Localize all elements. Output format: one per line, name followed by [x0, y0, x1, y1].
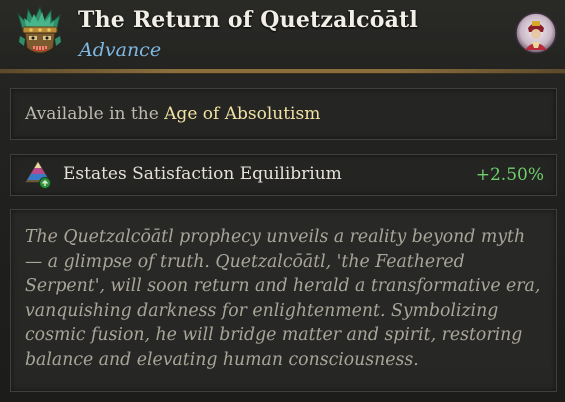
- advance-title: The Return of Quetzalcōātl: [78, 7, 418, 33]
- effect-row: Estates Satisfaction Equilibrium +2.50%: [10, 154, 557, 196]
- availability-prefix: Available in the: [25, 104, 165, 124]
- description-panel: The Quetzalcōātl prophecy unveils a real…: [10, 209, 557, 392]
- effect-label: Estates Satisfaction Equilibrium: [63, 164, 342, 184]
- age-name-link[interactable]: Age of Absolutism: [164, 104, 320, 124]
- effect-value: +2.50%: [475, 165, 544, 185]
- header-divider: [0, 69, 565, 74]
- aztec-mask-icon: [16, 6, 61, 54]
- flavor-text: The Quetzalcōātl prophecy unveils a real…: [25, 227, 541, 370]
- advisor-portrait-icon[interactable]: [515, 12, 557, 54]
- estates-pyramid-icon: [25, 161, 51, 189]
- availability-panel: Available in the Age of Absolutism: [10, 88, 557, 140]
- advance-type-label: Advance: [79, 39, 162, 61]
- availability-text: Available in the Age of Absolutism: [25, 104, 320, 124]
- advance-tooltip: The Return of Quetzalcōātl Advance Avail…: [0, 0, 565, 402]
- tooltip-header: The Return of Quetzalcōātl Advance: [0, 0, 565, 70]
